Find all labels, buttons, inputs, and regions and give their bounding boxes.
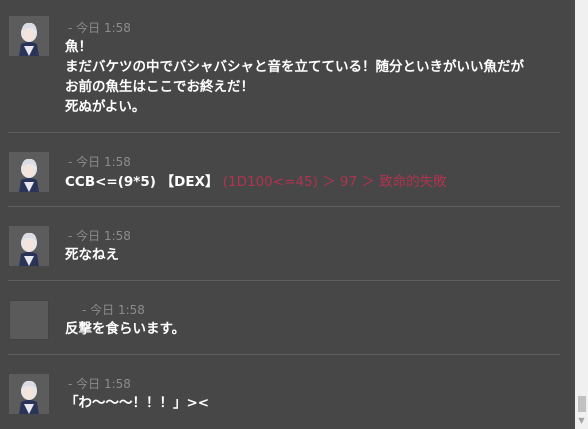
character-avatar [9,226,49,266]
dice-roll-line: CCB<=(9*5) 【DEX】 (1D100<=45) ＞ 97 ＞ 致命的失… [65,172,447,192]
scroll-down-arrow-icon[interactable]: ▼ [575,413,588,429]
message-timestamp: - 今日 1:58 [68,377,131,391]
message-text: 死なねえ [65,247,119,263]
message-text: 魚！ まだバケツの中でバシャバシャと音を立てている！随分といきがいい魚だが お前… [65,37,524,117]
message-timestamp: - 今日 1:58 [68,229,131,243]
message-line: 死ぬがよい。 [65,99,146,115]
message-text: 反撃を食らいます。 [65,321,186,337]
blank-avatar [9,300,49,340]
message-timestamp: - 今日 1:58 [68,155,131,169]
message-divider [8,280,560,281]
message-divider [8,206,560,207]
message-timestamp: - 今日 1:58 [68,21,131,35]
message-line: お前の魚生はここでお終えだ！ [65,79,254,95]
character-avatar [9,152,49,192]
message-timestamp: - 今日 1:58 [82,303,145,317]
message-line: 魚！ [65,39,92,55]
message-line: まだバケツの中でバシャバシャと音を立てている！随分といきがいい魚だが [65,59,524,75]
chat-log[interactable]: - 今日 1:58 魚！ まだバケツの中でバシャバシャと音を立てている！随分とい… [0,0,588,429]
message-text: 「わ〜〜〜！！！」>< [65,395,210,411]
scrollbar-thumb[interactable] [578,396,586,412]
dice-result: (1D100<=45) ＞ 97 ＞ 致命的失敗 [222,174,447,190]
message-divider [8,354,560,355]
character-avatar [9,16,49,56]
dice-command: CCB<=(9*5) 【DEX】 [65,174,219,190]
message-divider [8,132,560,133]
scrollbar-track[interactable] [575,0,588,429]
character-avatar [9,374,49,414]
